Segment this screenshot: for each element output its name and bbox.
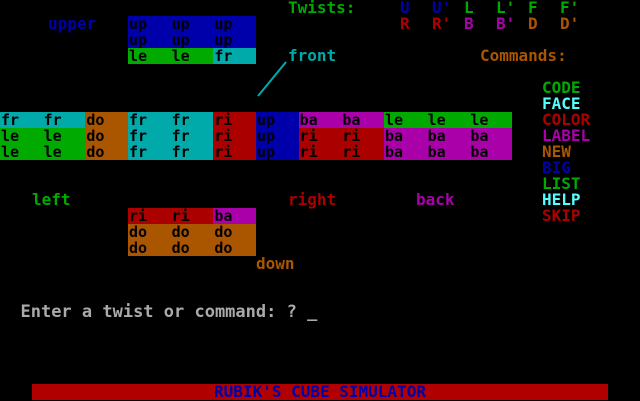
title-bar: RUBIK'S CUBE SIMULATOR	[32, 384, 608, 400]
command-skip: SKIP	[542, 206, 581, 225]
app-title: RUBIK'S CUBE SIMULATOR	[214, 382, 426, 401]
text-cursor[interactable]: _	[307, 302, 317, 322]
twist-b: B	[464, 14, 474, 33]
twist-r-prime: R'	[432, 14, 452, 33]
front-facelet: fr	[170, 112, 214, 128]
right-facelet: ba	[298, 112, 342, 128]
right-facelet: up	[256, 144, 299, 160]
front-facelet: fr	[170, 144, 214, 160]
upper-facelet: up	[213, 16, 257, 32]
right-facelet: up	[256, 112, 299, 128]
down-facelet: do	[128, 224, 171, 240]
back-facelet: le	[384, 112, 427, 128]
right-facelet: ri	[341, 128, 385, 144]
left-facelet: le	[42, 128, 86, 144]
prompt-text: Enter a twist or command: ?	[20, 302, 308, 322]
upper-facelet: up	[170, 16, 214, 32]
left-facelet: fr	[42, 112, 86, 128]
back-facelet: le	[469, 112, 513, 128]
down-facelet: do	[213, 240, 257, 256]
front-facelet: fr	[128, 128, 171, 144]
left-facelet: fr	[0, 112, 43, 128]
down-facelet: ri	[128, 208, 171, 224]
right-facelet: ri	[298, 144, 342, 160]
right-facelet: up	[256, 128, 299, 144]
front-facelet: ri	[213, 128, 257, 144]
right-facelet: ri	[341, 144, 385, 160]
right-facelet: ri	[298, 128, 342, 144]
back-facelet: ba	[426, 128, 470, 144]
left-facelet: do	[85, 112, 129, 128]
left-face-label: left	[32, 190, 71, 209]
down-face-label: down	[256, 254, 295, 273]
down-facelet: ba	[213, 208, 257, 224]
twists-heading: Twists:	[288, 0, 356, 17]
back-facelet: le	[426, 112, 470, 128]
twist-d-prime: D'	[560, 14, 580, 33]
down-facelet: do	[170, 224, 214, 240]
back-facelet: ba	[469, 144, 513, 160]
right-face-label: right	[288, 190, 337, 209]
upper-facelet: up	[213, 32, 257, 48]
left-facelet: le	[0, 128, 43, 144]
twist-b-prime: B'	[496, 14, 516, 33]
down-facelet: do	[213, 224, 257, 240]
upper-facelet: up	[170, 32, 214, 48]
upper-facelet: fr	[213, 48, 257, 64]
front-facelet: fr	[128, 144, 171, 160]
upper-facelet: up	[128, 32, 171, 48]
down-facelet: ri	[170, 208, 214, 224]
right-facelet: ba	[341, 112, 385, 128]
back-facelet: ba	[384, 128, 427, 144]
front-facelet: fr	[128, 112, 171, 128]
front-facelet: fr	[170, 128, 214, 144]
upper-facelet: up	[128, 16, 171, 32]
left-facelet: do	[85, 144, 129, 160]
command-prompt[interactable]: Enter a twist or command: ? _	[0, 288, 317, 321]
back-face-label: back	[416, 190, 455, 209]
front-face-label: front	[288, 46, 337, 65]
back-facelet: ba	[469, 128, 513, 144]
down-facelet: do	[170, 240, 214, 256]
down-facelet: do	[128, 240, 171, 256]
twist-r: R	[400, 14, 410, 33]
left-facelet: le	[42, 144, 86, 160]
commands-heading: Commands:	[480, 46, 567, 65]
left-facelet: do	[85, 128, 129, 144]
front-facelet: ri	[213, 112, 257, 128]
upper-facelet: le	[170, 48, 214, 64]
back-facelet: ba	[384, 144, 427, 160]
upper-face-label: upper	[48, 14, 97, 33]
front-facelet: ri	[213, 144, 257, 160]
back-facelet: ba	[426, 144, 470, 160]
twist-d: D	[528, 14, 538, 33]
left-facelet: le	[0, 144, 43, 160]
upper-facelet: le	[128, 48, 171, 64]
